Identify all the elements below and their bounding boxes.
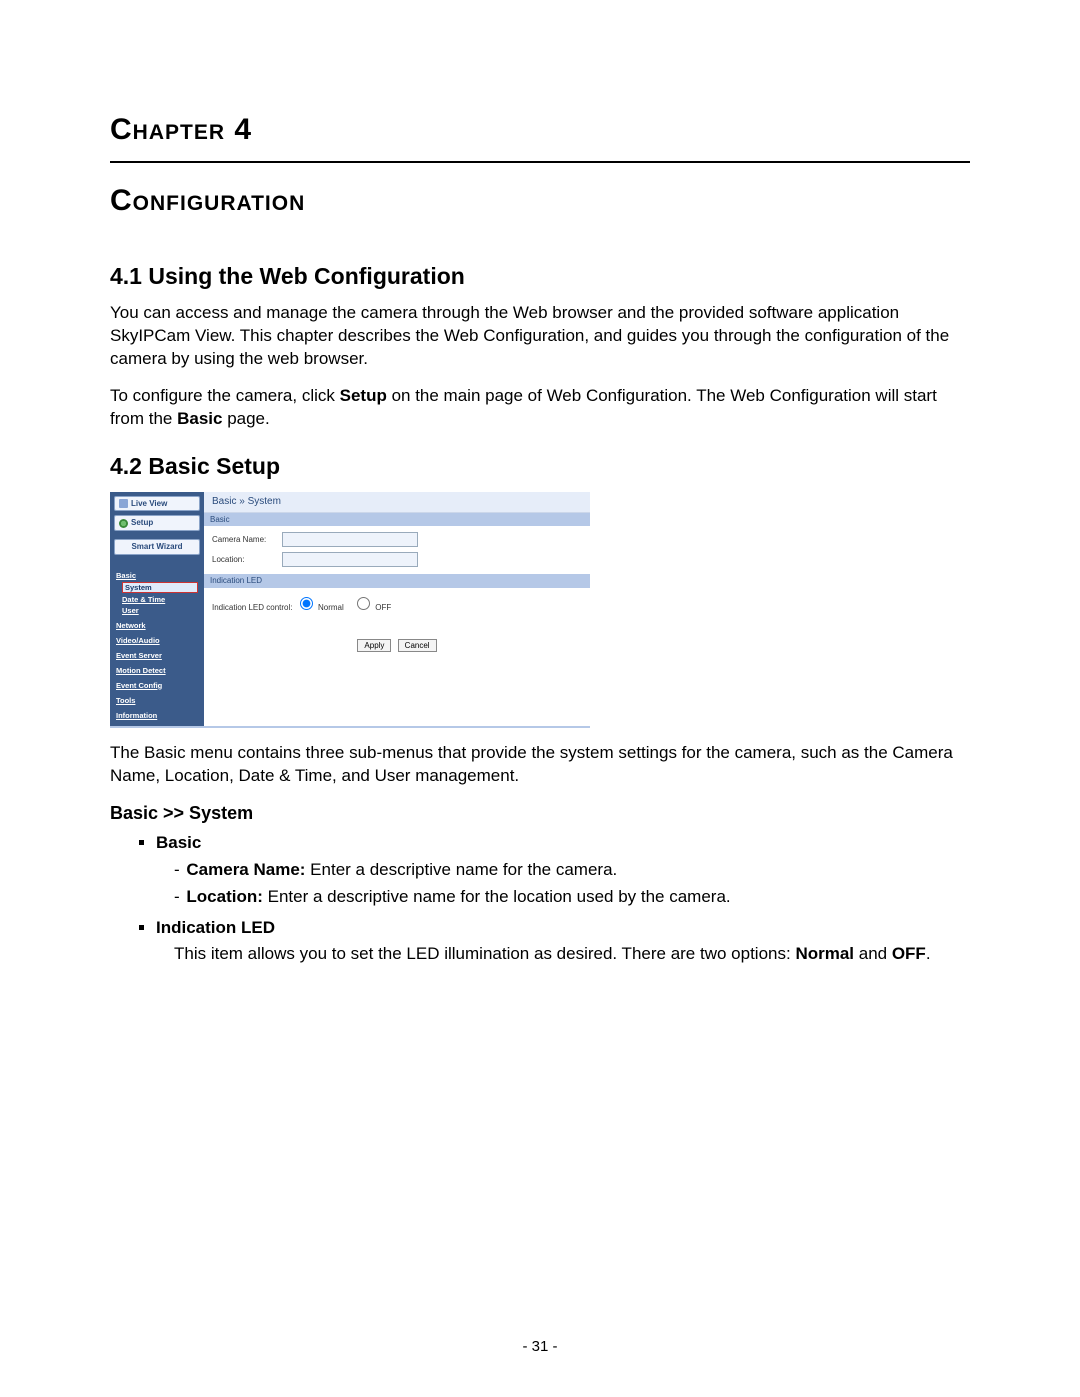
- page-number: - 31 -: [0, 1337, 1080, 1357]
- location-desc: Enter a descriptive name for the locatio…: [263, 887, 731, 906]
- led-off-option[interactable]: OFF: [352, 603, 391, 612]
- setup-button[interactable]: Setup: [114, 515, 200, 531]
- led-control-label: Indication LED control:: [212, 603, 293, 612]
- chapter-title: Configuration: [110, 181, 970, 222]
- camera-name-desc: Enter a descriptive name for the camera.: [305, 860, 617, 879]
- smart-wizard-button[interactable]: Smart Wizard: [114, 539, 200, 555]
- menu-basic[interactable]: Basic: [116, 571, 198, 580]
- live-view-button[interactable]: Live View: [114, 496, 200, 512]
- led-normal-label: Normal: [318, 603, 344, 612]
- text-fragment: To configure the camera, click: [110, 386, 340, 405]
- menu-information[interactable]: Information: [116, 711, 198, 720]
- location-term: Location:: [186, 887, 263, 906]
- basic-list: Basic Camera Name: Enter a descriptive n…: [110, 832, 970, 967]
- basic-keyword: Basic: [177, 409, 222, 428]
- led-off-label: OFF: [375, 603, 391, 612]
- monitor-icon: [119, 499, 128, 508]
- text-fragment: page.: [222, 409, 269, 428]
- menu-user[interactable]: User: [122, 606, 198, 615]
- led-text-a: This item allows you to set the LED illu…: [174, 944, 795, 963]
- section-4-1-paragraph-2: To configure the camera, click Setup on …: [110, 385, 970, 431]
- panel-basic-header: Basic: [204, 513, 590, 527]
- basic-menu-description: The Basic menu contains three sub-menus …: [110, 742, 970, 788]
- section-4-1-paragraph-1: You can access and manage the camera thr…: [110, 302, 970, 371]
- menu-network[interactable]: Network: [116, 621, 198, 630]
- camera-name-item: Camera Name: Enter a descriptive name fo…: [174, 859, 970, 882]
- li-basic: Basic Camera Name: Enter a descriptive n…: [156, 832, 970, 909]
- basic-system-subhead: Basic >> System: [110, 801, 970, 825]
- led-normal-bold: Normal: [795, 944, 854, 963]
- live-view-label: Live View: [131, 499, 167, 509]
- camera-name-term: Camera Name:: [186, 860, 305, 879]
- apply-button[interactable]: Apply: [357, 639, 391, 652]
- li-indication-led: Indication LED This item allows you to s…: [156, 917, 970, 967]
- menu-event-server[interactable]: Event Server: [116, 651, 198, 660]
- gear-icon: [119, 519, 128, 528]
- panel-led-header: Indication LED: [204, 574, 590, 588]
- location-label: Location:: [212, 555, 282, 565]
- divider: [110, 161, 970, 163]
- basic-sublist: Camera Name: Enter a descriptive name fo…: [174, 859, 970, 909]
- led-off-bold: OFF: [892, 944, 926, 963]
- led-control-row: Indication LED control: Normal OFF: [204, 588, 590, 623]
- location-item: Location: Enter a descriptive name for t…: [174, 886, 970, 909]
- camera-name-label: Camera Name:: [212, 535, 282, 545]
- web-config-screenshot: Live View Setup Smart Wizard Basic Syste…: [110, 492, 590, 728]
- cancel-button[interactable]: Cancel: [398, 639, 437, 652]
- menu-motion-detect[interactable]: Motion Detect: [116, 666, 198, 675]
- setup-label: Setup: [131, 518, 153, 528]
- location-input[interactable]: [282, 552, 418, 567]
- led-and: and: [854, 944, 892, 963]
- li-led-label: Indication LED: [156, 918, 275, 937]
- smart-wizard-label: Smart Wizard: [131, 542, 182, 552]
- led-normal-radio[interactable]: [300, 597, 313, 610]
- section-4-1-heading: 4.1 Using the Web Configuration: [110, 261, 970, 292]
- menu-date-time[interactable]: Date & Time: [122, 595, 198, 604]
- sidebar: Live View Setup Smart Wizard Basic Syste…: [110, 492, 204, 726]
- sidebar-menu: Basic System Date & Time User Network Vi…: [110, 555, 204, 720]
- led-off-radio[interactable]: [357, 597, 370, 610]
- led-period: .: [926, 944, 931, 963]
- button-row: Apply Cancel: [204, 623, 590, 672]
- setup-keyword: Setup: [340, 386, 387, 405]
- menu-tools[interactable]: Tools: [116, 696, 198, 705]
- led-normal-option[interactable]: Normal: [295, 603, 344, 612]
- led-description: This item allows you to set the LED illu…: [174, 943, 970, 966]
- menu-system[interactable]: System: [122, 582, 198, 593]
- breadcrumb: Basic » System: [204, 492, 590, 513]
- menu-event-config[interactable]: Event Config: [116, 681, 198, 690]
- menu-video-audio[interactable]: Video/Audio: [116, 636, 198, 645]
- basic-form: Camera Name: Location:: [204, 526, 590, 574]
- section-4-2-heading: 4.2 Basic Setup: [110, 451, 970, 482]
- chapter-label: Chapter 4: [110, 110, 970, 151]
- li-basic-label: Basic: [156, 833, 201, 852]
- camera-name-input[interactable]: [282, 532, 418, 547]
- content-pane: Basic » System Basic Camera Name: Locati…: [204, 492, 590, 726]
